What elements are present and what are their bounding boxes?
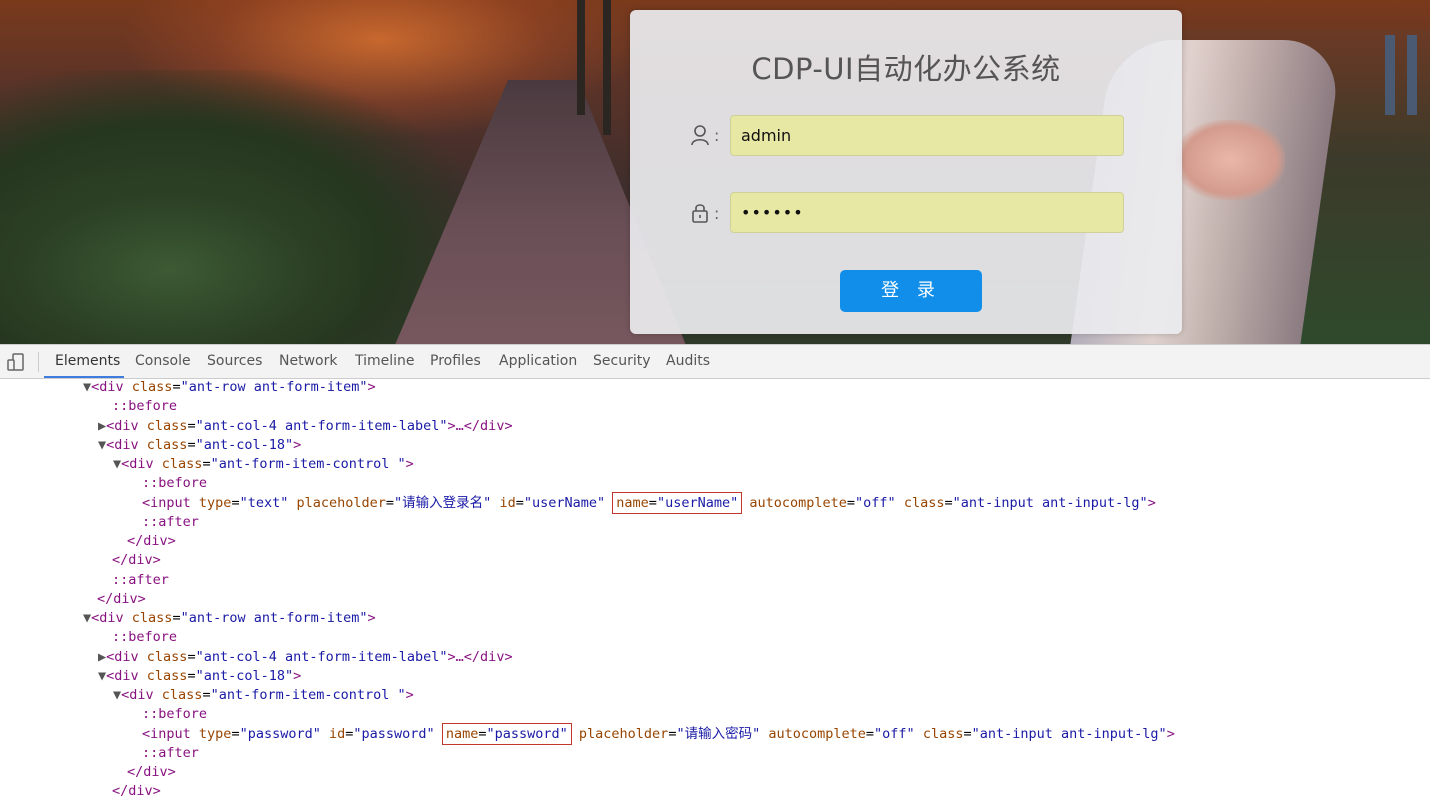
pseudo-before[interactable]: ::before (142, 705, 207, 724)
tab-timeline[interactable]: Timeline (355, 345, 415, 378)
tab-sources[interactable]: Sources (207, 345, 262, 378)
dom-close-tag[interactable]: </div> (112, 551, 161, 570)
tab-application[interactable]: Application (499, 345, 577, 378)
pseudo-before[interactable]: ::before (142, 474, 207, 493)
username-colon: : (714, 126, 720, 145)
login-button[interactable]: 登 录 (840, 270, 982, 312)
username-input[interactable]: admin (730, 115, 1124, 156)
dom-node-row[interactable]: ▼<div class="ant-row ant-form-item"> (83, 609, 376, 628)
pseudo-after[interactable]: ::after (142, 513, 199, 532)
dom-node-row-password-input[interactable]: <input type="password" id="password" nam… (142, 723, 1175, 745)
dom-node-row[interactable]: ▼<div class="ant-row ant-form-item"> (83, 380, 376, 397)
pseudo-before[interactable]: ::before (112, 628, 177, 647)
lock-icon (692, 204, 708, 223)
tab-network[interactable]: Network (279, 345, 337, 378)
pole (1385, 35, 1395, 115)
pole (1407, 35, 1417, 115)
tab-console[interactable]: Console (135, 345, 191, 378)
pseudo-before[interactable]: ::before (112, 397, 177, 416)
dom-node-row[interactable]: ▶<div class="ant-col-4 ant-form-item-lab… (98, 417, 513, 436)
user-icon (691, 125, 709, 146)
tab-security[interactable]: Security (593, 345, 651, 378)
dom-node-row[interactable]: ▼<div class="ant-col-18"> (98, 667, 301, 686)
pole (603, 0, 611, 135)
dom-node-row[interactable]: ▼<div class="ant-col-18"> (98, 436, 301, 455)
login-title: CDP-UI自动化办公系统 (751, 52, 1061, 86)
password-colon: : (714, 204, 720, 223)
active-tab-indicator (44, 376, 124, 378)
tab-elements[interactable]: Elements (55, 345, 120, 378)
dom-close-tag[interactable]: </div> (127, 532, 176, 551)
highlighted-name-attribute: name="userName" (612, 492, 743, 514)
devtools-toolbar: Elements Console Sources Network Timelin… (0, 344, 1430, 379)
toolbar-divider (38, 352, 39, 372)
dom-node-row[interactable]: ▼<div class="ant-form-item-control "> (113, 455, 414, 474)
login-card: CDP-UI自动化办公系统 : admin : •••••• 登 录 (630, 10, 1182, 334)
tab-audits[interactable]: Audits (666, 345, 710, 378)
tab-profiles[interactable]: Profiles (430, 345, 481, 378)
pseudo-after[interactable]: ::after (142, 744, 199, 763)
device-mode-icon[interactable] (6, 352, 26, 372)
highlighted-name-attribute: name="password" (441, 723, 572, 745)
pipeline-ring (1175, 120, 1285, 200)
dom-node-row[interactable]: ▼<div class="ant-form-item-control "> (113, 686, 414, 705)
password-input[interactable]: •••••• (730, 192, 1124, 233)
dom-close-tag[interactable]: </div> (97, 590, 146, 609)
elements-tree: ▼<div class="ant-row ant-form-item"> ::b… (0, 380, 1430, 805)
pseudo-after[interactable]: ::after (112, 571, 169, 590)
dom-node-row-username-input[interactable]: <input type="text" placeholder="请输入登录名" … (142, 492, 1156, 514)
dom-close-tag[interactable]: </div> (127, 763, 176, 782)
forest-left-foreground (0, 170, 360, 344)
dom-close-tag[interactable]: </div> (112, 782, 161, 801)
dom-node-row[interactable]: ▶<div class="ant-col-4 ant-form-item-lab… (98, 648, 513, 667)
page-background: CDP-UI自动化办公系统 : admin : •••••• 登 录 (0, 0, 1430, 344)
pole (577, 0, 585, 115)
